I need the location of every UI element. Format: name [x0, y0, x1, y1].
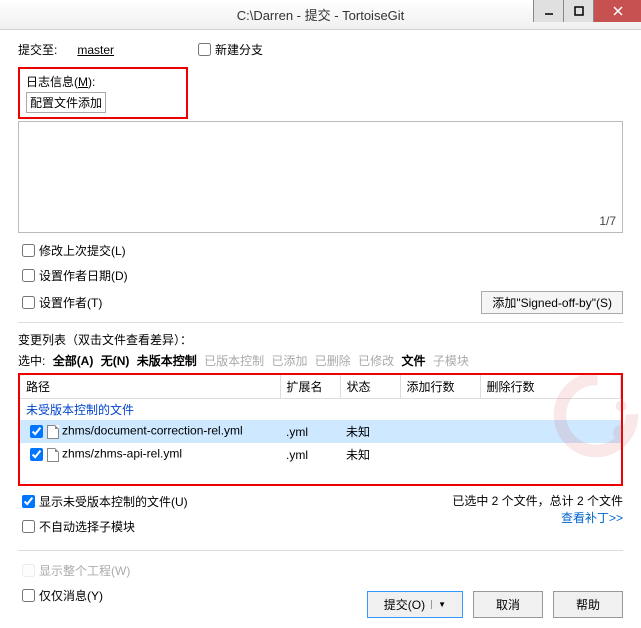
filter-unversioned[interactable]: 未版本控制	[137, 354, 197, 368]
divider	[18, 322, 623, 323]
message-only-checkbox[interactable]	[22, 589, 35, 602]
new-branch-label: 新建分支	[215, 41, 263, 58]
commit-message-textarea[interactable]: 1/7	[18, 121, 623, 233]
file-list-highlight: 路径 扩展名 状态 添加行数 删除行数 未受版本控制的文件 zhms/docum…	[18, 373, 623, 486]
filter-deleted: 已删除	[315, 354, 351, 368]
file-row[interactable]: zhms/zhms-api-rel.yml .yml 未知	[20, 443, 621, 466]
col-add-lines[interactable]: 添加行数	[400, 375, 480, 399]
window-buttons	[533, 0, 641, 22]
maximize-button[interactable]	[563, 0, 593, 22]
log-message-header-highlight: 日志信息(M): 配置文件添加	[18, 67, 188, 119]
minimize-button[interactable]	[533, 0, 563, 22]
file-icon	[47, 448, 59, 462]
message-counter: 1/7	[599, 214, 616, 228]
message-only-label: 仅仅消息(Y)	[39, 587, 103, 604]
signed-off-button[interactable]: 添加"Signed-off-by"(S)	[481, 291, 623, 314]
file-table: 路径 扩展名 状态 添加行数 删除行数 未受版本控制的文件 zhms/docum…	[20, 375, 621, 484]
show-whole-project-checkbox	[22, 564, 35, 577]
show-unversioned-checkbox[interactable]	[22, 495, 35, 508]
titlebar: C:\Darren - 提交 - TortoiseGit	[0, 0, 641, 30]
col-del-lines[interactable]: 删除行数	[480, 375, 621, 399]
filter-label: 选中:	[18, 354, 45, 368]
no-auto-submodule-label: 不自动选择子模块	[39, 518, 135, 535]
commit-button[interactable]: 提交(O) ▼	[367, 591, 463, 618]
new-branch-checkbox[interactable]	[198, 43, 211, 56]
divider	[18, 550, 623, 551]
set-date-checkbox[interactable]	[22, 269, 35, 282]
file-checkbox[interactable]	[30, 425, 43, 438]
filter-all[interactable]: 全部(A)	[53, 354, 94, 368]
help-button[interactable]: 帮助	[553, 591, 623, 618]
file-path: zhms/document-correction-rel.yml	[62, 424, 243, 438]
filter-none[interactable]: 无(N)	[101, 354, 130, 368]
commit-to-label: 提交至:	[18, 41, 57, 58]
file-checkbox[interactable]	[30, 448, 43, 461]
cancel-button[interactable]: 取消	[473, 591, 543, 618]
file-icon	[47, 425, 59, 439]
file-row[interactable]: zhms/document-correction-rel.yml .yml 未知	[20, 420, 621, 443]
col-ext[interactable]: 扩展名	[280, 375, 340, 399]
view-patch-link[interactable]: 查看补丁>>	[452, 509, 623, 526]
file-status: 未知	[340, 420, 400, 443]
set-date-label: 设置作者日期(D)	[39, 267, 128, 284]
table-header-row: 路径 扩展名 状态 添加行数 删除行数	[20, 375, 621, 399]
show-whole-project-label: 显示整个工程(W)	[39, 562, 130, 579]
chevron-down-icon[interactable]: ▼	[431, 600, 446, 609]
filter-added: 已添加	[271, 354, 307, 368]
log-message-preview: 配置文件添加	[26, 92, 106, 113]
file-ext: .yml	[280, 420, 340, 443]
filter-modified: 已修改	[358, 354, 394, 368]
no-auto-submodule-checkbox[interactable]	[22, 520, 35, 533]
file-ext: .yml	[280, 443, 340, 466]
amend-label: 修改上次提交(L)	[39, 242, 126, 259]
set-author-checkbox[interactable]	[22, 296, 35, 309]
filter-versioned: 已版本控制	[204, 354, 264, 368]
filter-row: 选中: 全部(A) 无(N) 未版本控制 已版本控制 已添加 已删除 已修改 文…	[18, 352, 623, 369]
show-unversioned-label: 显示未受版本控制的文件(U)	[39, 493, 188, 510]
set-author-label: 设置作者(T)	[39, 294, 102, 311]
filter-files[interactable]: 文件	[402, 354, 426, 368]
col-status[interactable]: 状态	[340, 375, 400, 399]
amend-checkbox[interactable]	[22, 244, 35, 257]
file-status: 未知	[340, 443, 400, 466]
branch-name[interactable]: master	[77, 43, 114, 57]
changelist-header: 变更列表（双击文件查看差异）：	[18, 331, 623, 348]
close-button[interactable]	[593, 0, 641, 22]
log-message-label: 日志信息(M):	[26, 73, 180, 90]
col-path[interactable]: 路径	[20, 375, 280, 399]
file-path: zhms/zhms-api-rel.yml	[62, 447, 182, 461]
selection-summary: 已选中 2 个文件，总计 2 个文件	[452, 492, 623, 509]
filter-submodules: 子模块	[433, 354, 469, 368]
unversioned-group-header: 未受版本控制的文件	[20, 399, 621, 421]
